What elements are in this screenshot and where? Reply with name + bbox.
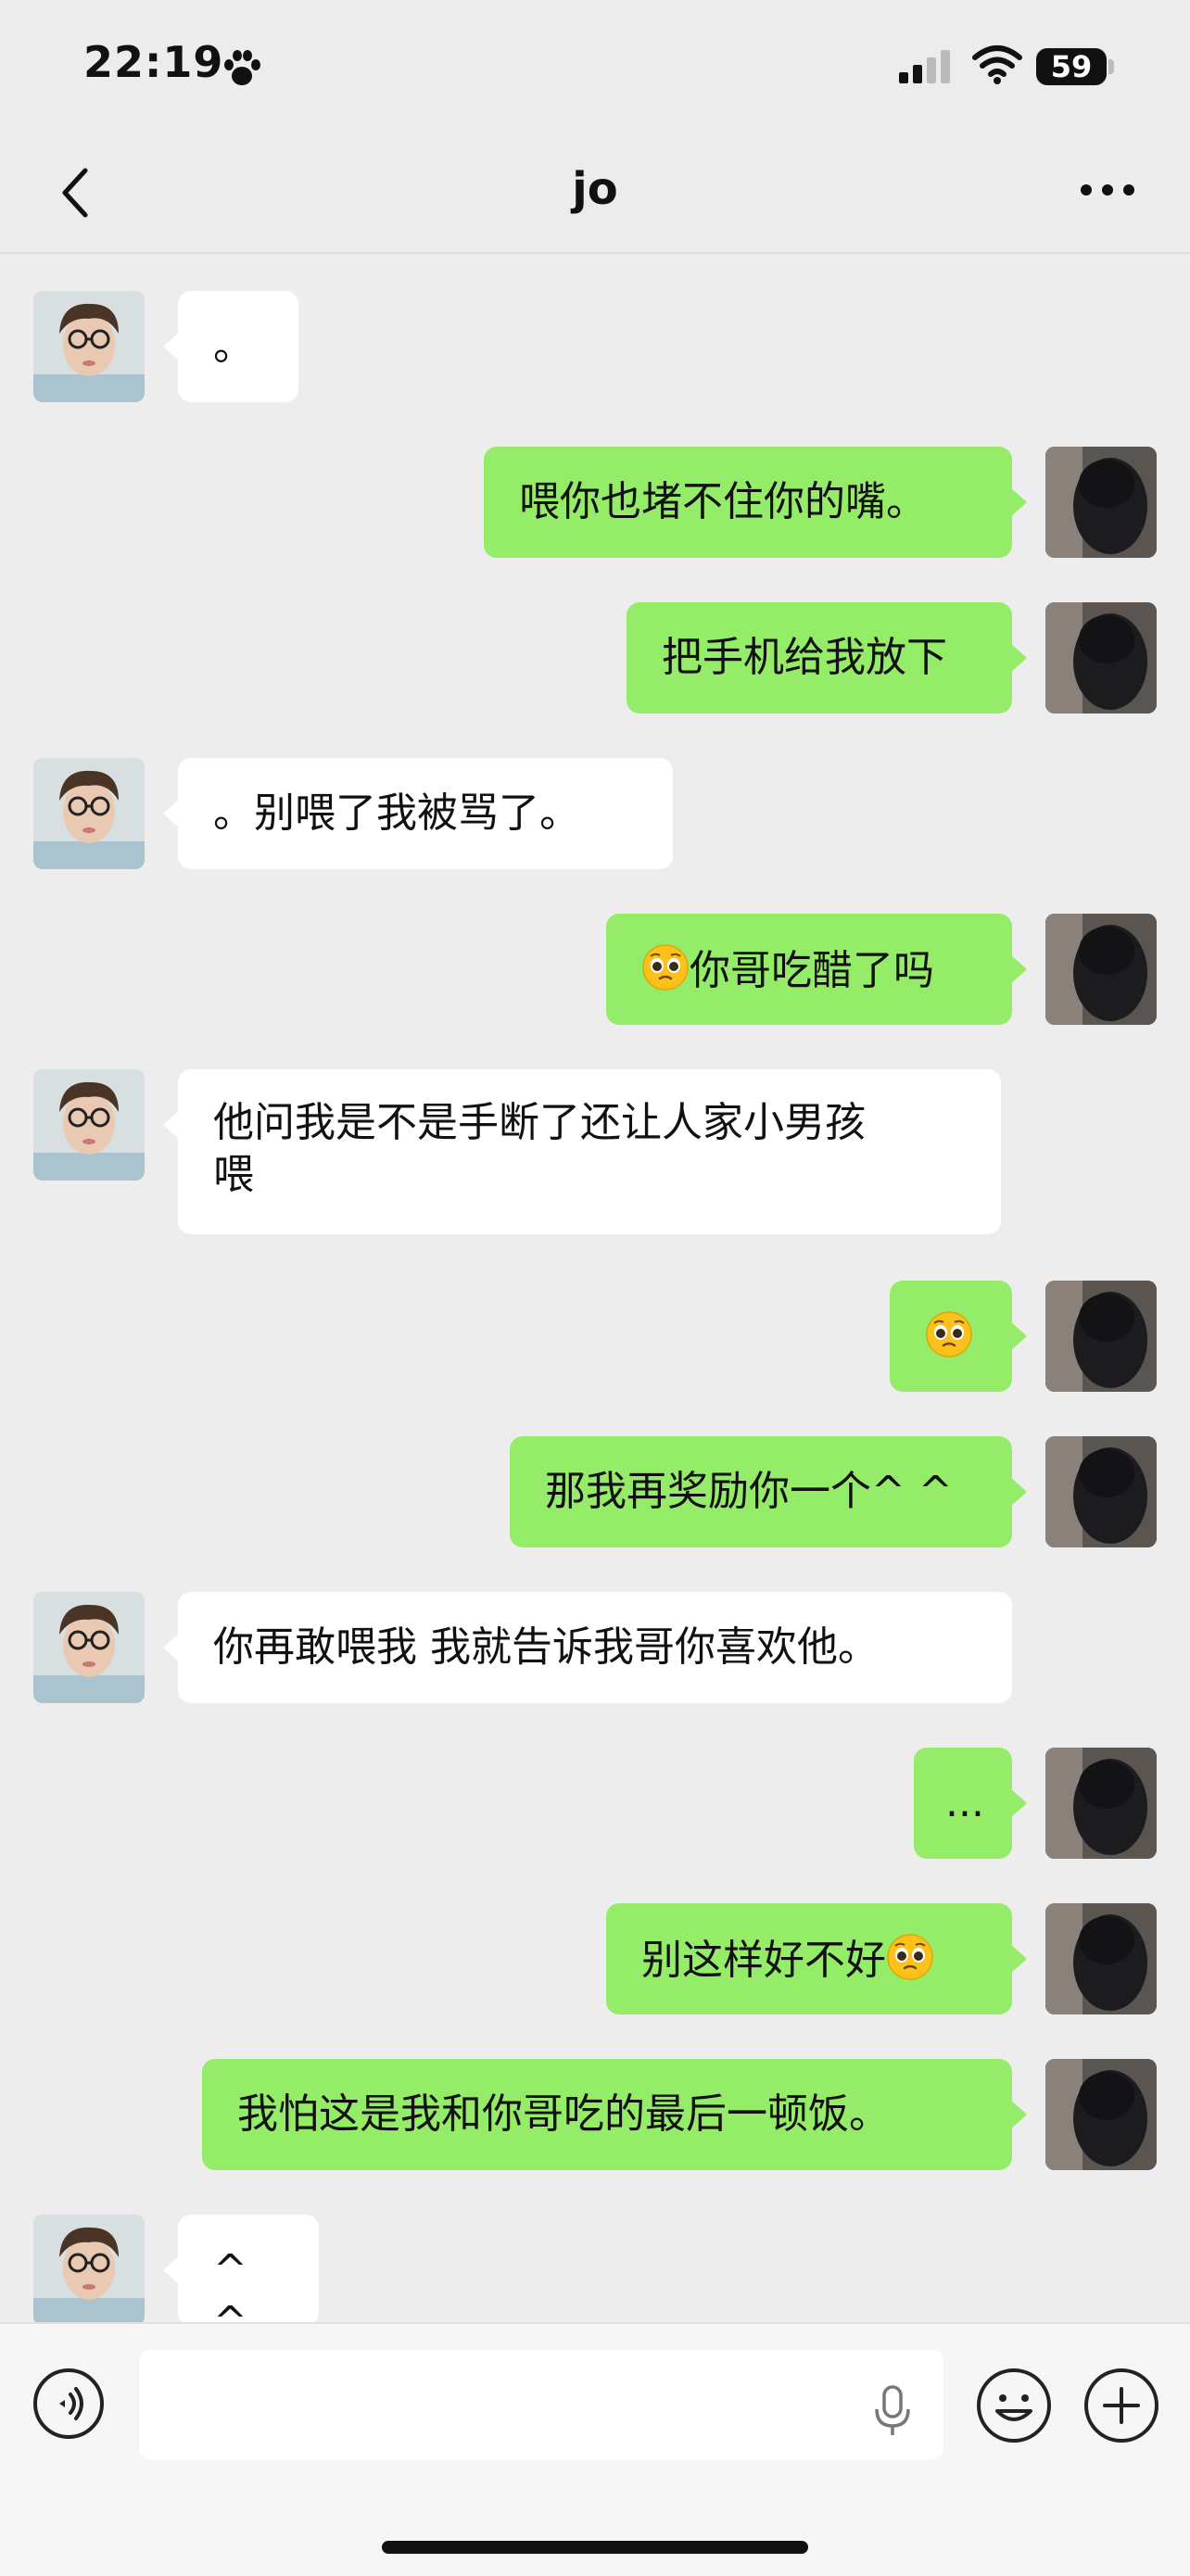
message-text: 我怕这是我和你哥吃的最后一顿饭。 [237,2090,890,2138]
message-text: 把手机给我放下 [662,634,947,681]
pleading-face-icon [925,1310,973,1358]
message-bubble[interactable]: 。别喂了我被骂了。 [163,758,673,869]
chat-title: jo [572,163,618,215]
message-text: 你再敢喂我 我就告诉我哥你喜欢他。 [213,1623,879,1671]
message-bubble[interactable]: 我怕这是我和你哥吃的最后一顿饭。 [202,2059,1027,2170]
battery-cap [1108,59,1114,74]
wifi-icon [972,45,1022,84]
status-time: 22:19 [83,37,224,87]
friend-avatar[interactable] [33,1069,145,1181]
my-avatar[interactable] [1045,914,1157,1025]
status-bar: 22:19 59 [0,0,1190,130]
message-bubble[interactable]: ^ ^ [163,2215,319,2345]
message-bubble[interactable]: 你再敢喂我 我就告诉我哥你喜欢他。 [163,1592,1012,1703]
my-avatar[interactable] [1045,1748,1157,1859]
pleading-face-icon [641,943,690,991]
message-text: 。别喂了我被骂了。 [213,789,580,837]
message-bubble[interactable]: 那我再奖励你一个^ ^ [510,1436,1027,1547]
microphone-icon[interactable] [869,2383,916,2439]
message-text: 。 [213,322,254,370]
chat-header: jo [0,130,1190,254]
message-text: 那我再奖励你一个^ ^ [545,1468,953,1515]
emoji-picker-icon[interactable] [975,2367,1053,2444]
my-avatar[interactable] [1045,2059,1157,2170]
home-indicator[interactable] [382,2541,808,2554]
message-text: 喂你也堵不住你的嘴。 [519,478,927,525]
more-actions-plus-icon[interactable] [1082,2367,1160,2444]
message-bubble[interactable]: ... [914,1748,1027,1859]
message-text: 你哥吃醋了吗 [690,947,934,994]
message-bubble[interactable]: 。 [163,291,298,402]
voice-input-icon[interactable] [32,2367,106,2441]
paw-icon [224,50,260,85]
message-text: ... [945,1779,984,1826]
pleading-face-icon [886,1933,934,1981]
input-bar [0,2322,1190,2576]
battery-indicator: 59 [1036,48,1107,85]
message-bubble[interactable]: 你哥吃醋了吗 [606,914,1027,1025]
message-bubble[interactable]: 他问我是不是手断了还让人家小男孩 喂 [163,1069,1001,1234]
friend-avatar[interactable] [33,291,145,402]
message-text-line: 他问我是不是手断了还让人家小男孩 [213,1099,866,1146]
friend-avatar[interactable] [33,1592,145,1703]
my-avatar[interactable] [1045,1436,1157,1547]
message-input[interactable] [139,2350,943,2459]
message-bubble[interactable]: 把手机给我放下 [627,602,1027,713]
message-bubble[interactable] [890,1281,1027,1392]
my-avatar[interactable] [1045,1903,1157,2014]
message-bubble[interactable]: 喂你也堵不住你的嘴。 [484,447,1027,558]
my-avatar[interactable] [1045,1281,1157,1392]
cellular-signal-icon [899,50,950,83]
my-avatar[interactable] [1045,447,1157,558]
more-options-icon[interactable] [1075,167,1140,213]
message-bubble[interactable]: 别这样好不好 [606,1903,1027,2014]
message-text: 别这样好不好 [641,1937,886,1984]
message-text-line: 喂 [213,1151,254,1198]
friend-avatar[interactable] [33,758,145,869]
my-avatar[interactable] [1045,602,1157,713]
friend-avatar[interactable] [33,2215,145,2326]
